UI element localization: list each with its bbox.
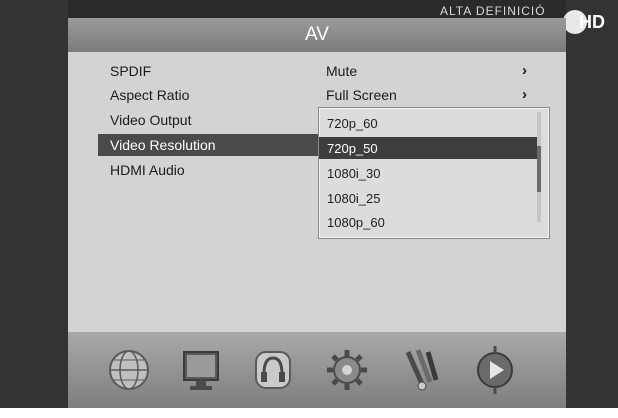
tv-screen: ALTA DEFINICIÓ HD AV SPDIF Mute › Aspect…: [0, 0, 618, 418]
menu-item-label: Video Output: [110, 112, 192, 128]
dropdown-option[interactable]: 1080i_30: [319, 162, 537, 184]
headphones-icon[interactable]: [248, 344, 298, 396]
globe-icon[interactable]: [104, 344, 154, 396]
channel-caption: ALTA DEFINICIÓ: [440, 4, 546, 18]
menu-item-label: SPDIF: [110, 63, 152, 79]
screen-edge-bottom: [0, 408, 618, 418]
dropdown-option-selected[interactable]: 720p_50: [319, 137, 537, 159]
dropdown-option[interactable]: 720p_60: [319, 112, 537, 134]
hd-label: HD: [579, 12, 605, 32]
icon-bar: [68, 332, 566, 408]
title-bar: AV: [68, 18, 566, 52]
option-label: 720p_50: [327, 141, 378, 156]
menu-item-label: HDMI Audio: [110, 162, 185, 178]
menu-item-value: Mute: [326, 63, 358, 79]
menu-item-label: Aspect Ratio: [110, 87, 190, 103]
dropdown-scrollbar-thumb[interactable]: [537, 146, 541, 192]
monitor-icon[interactable]: [176, 344, 226, 396]
dropdown-option[interactable]: 1080p_60: [319, 211, 537, 233]
dropdown-option[interactable]: 1080i_25: [319, 187, 537, 209]
resolution-dropdown[interactable]: 720p_60 720p_50 1080i_30 1080i_25 1080p_…: [318, 107, 550, 239]
gear-icon[interactable]: [322, 344, 372, 396]
menu-item-spdif[interactable]: SPDIF Mute ›: [98, 60, 538, 82]
play-icon[interactable]: [470, 344, 520, 396]
option-label: 720p_60: [327, 116, 378, 131]
option-label: 1080i_25: [327, 191, 381, 206]
screen-edge-left: [0, 0, 68, 418]
screen-edge-right: [566, 0, 618, 418]
option-label: 1080i_30: [327, 166, 381, 181]
menu-item-aspect-ratio[interactable]: Aspect Ratio Full Screen ›: [98, 84, 538, 106]
menu-item-label: Video Resolution: [110, 137, 216, 153]
connector-icon[interactable]: [396, 344, 446, 396]
chevron-right-icon: ›: [522, 86, 527, 103]
av-settings-panel: AV SPDIF Mute › Aspect Ratio Full Screen…: [68, 18, 566, 408]
chevron-right-icon: ›: [522, 62, 527, 79]
menu-item-value: Full Screen: [326, 87, 397, 103]
page-title: AV: [305, 24, 329, 45]
option-label: 1080p_60: [327, 215, 385, 230]
